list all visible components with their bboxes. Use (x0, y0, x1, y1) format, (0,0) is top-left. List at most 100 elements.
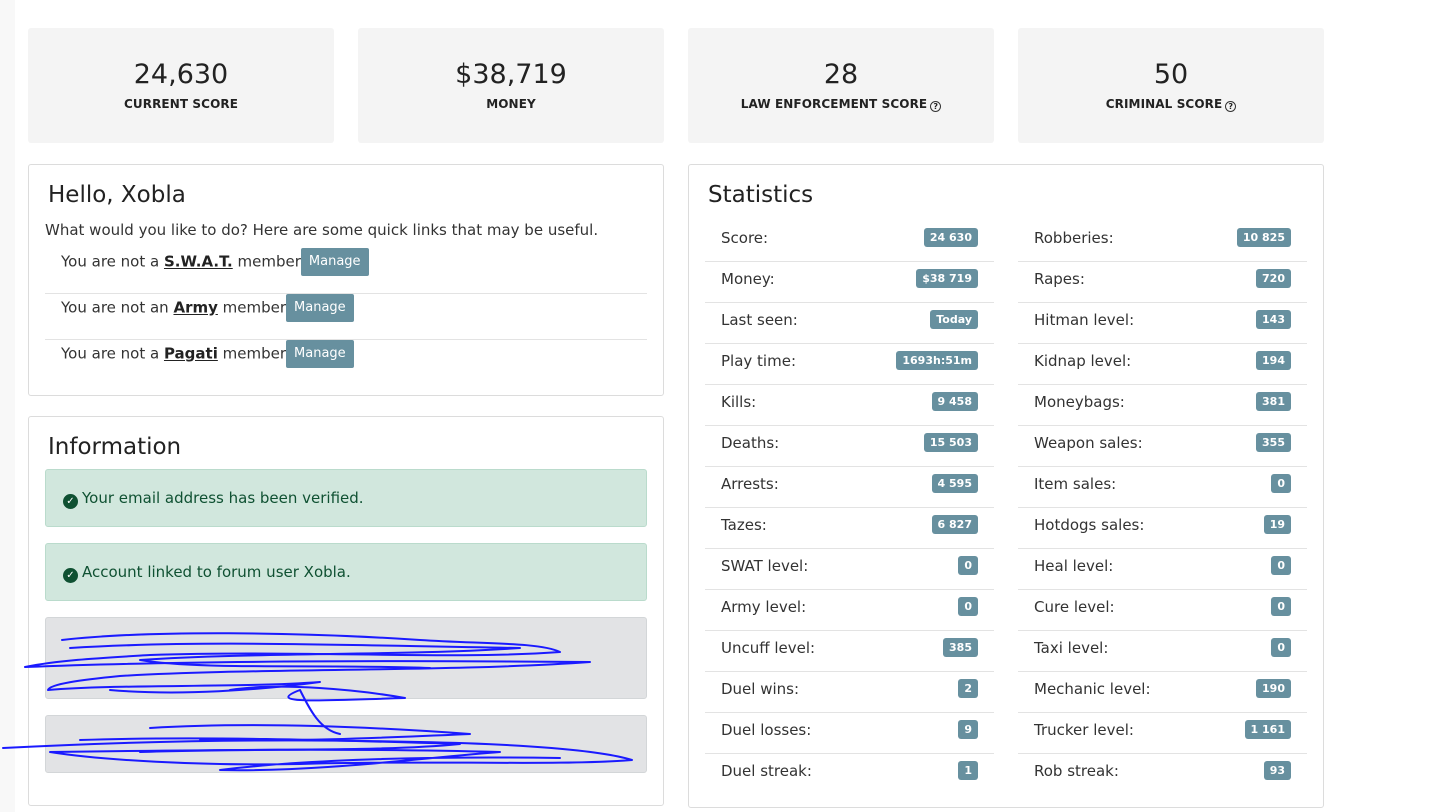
stat-row: Heal level: 0 (1018, 549, 1307, 590)
stat-row: Kidnap level: 194 (1018, 344, 1307, 385)
current-score-card: 24,630 CURRENT SCORE (28, 28, 334, 143)
stat-label: Weapon sales: (1034, 434, 1143, 452)
law-enforcement-score-value: 28 (823, 59, 859, 90)
information-title: Information (48, 434, 182, 460)
forum-linked-alert: ✓ Account linked to forum user Xobla. (45, 543, 647, 601)
stat-value-badge: 9 (958, 720, 978, 739)
stat-label: Duel losses: (721, 721, 812, 739)
stat-row: Arrests: 4 595 (705, 467, 994, 508)
stat-row: Deaths: 15 503 (705, 426, 994, 467)
stat-row: Robberies: 10 825 (1018, 221, 1307, 262)
stat-label: Hotdogs sales: (1034, 516, 1145, 534)
stat-value-badge: 19 (1263, 515, 1291, 534)
stat-value-badge: 6 827 (931, 515, 978, 534)
stat-label: Last seen: (721, 311, 798, 329)
stat-value-badge: 190 (1256, 679, 1291, 698)
money-card: $38,719 MONEY (358, 28, 664, 143)
hello-title: Hello, Xobla (48, 182, 186, 208)
stat-label: Robberies: (1034, 229, 1114, 247)
stat-value-badge: 0 (1271, 474, 1291, 493)
stat-value-badge: 1 161 (1244, 720, 1291, 739)
stat-label: Hitman level: (1034, 311, 1135, 329)
stat-value-badge: $38 719 (916, 269, 978, 288)
stat-value-badge: 385 (943, 638, 978, 657)
statistics-left-column: Score: 24 630 Money: $38 719 Last seen: Today… (705, 221, 994, 795)
stat-row: Taxi level: 0 (1018, 631, 1307, 672)
stat-row: Item sales: 0 (1018, 467, 1307, 508)
stat-label: Trucker level: (1034, 721, 1134, 739)
stat-label: Rapes: (1034, 270, 1085, 288)
criminal-score-label-wrap: CRIMINAL SCORE? (1018, 97, 1324, 112)
stat-row: Duel losses: 9 (705, 713, 994, 754)
money-value: $38,719 (455, 59, 567, 90)
stat-row: Rapes: 720 (1018, 262, 1307, 303)
stat-label: Uncuff level: (721, 639, 816, 657)
stat-label: Mechanic level: (1034, 680, 1151, 698)
stat-value-badge: 381 (1256, 392, 1291, 411)
check-circle-icon: ✓ (63, 494, 78, 509)
forum-linked-text: Account linked to forum user Xobla. (82, 563, 351, 581)
current-score-label: CURRENT SCORE (123, 97, 239, 111)
statistics-panel: Statistics Score: 24 630 Money: $38 719 Last… (688, 164, 1324, 808)
stat-label: Heal level: (1034, 557, 1114, 575)
statistics-right-column: Robberies: 10 825 Rapes: 720 Hitman level: 14… (1018, 221, 1307, 795)
stat-label: Moneybags: (1034, 393, 1125, 411)
stat-value-badge: 10 825 (1236, 228, 1291, 247)
stat-label: Cure level: (1034, 598, 1115, 616)
law-enforcement-score-label: LAW ENFORCEMENT SCORE (740, 97, 928, 111)
manage-army-button[interactable]: Manage (286, 294, 354, 322)
stat-value-badge: 0 (958, 556, 978, 575)
law-enforcement-score-label-wrap: LAW ENFORCEMENT SCORE? (688, 97, 994, 112)
stat-label: Army level: (721, 598, 807, 616)
stat-row: Money: $38 719 (705, 262, 994, 303)
information-panel: Information ✓ Your email address has been… (28, 416, 664, 806)
membership-prefix: You are not a (61, 252, 160, 271)
stat-row: Weapon sales: 355 (1018, 426, 1307, 467)
stat-value-badge: 0 (1271, 556, 1291, 575)
army-link[interactable]: Army (173, 299, 217, 317)
membership-suffix: member (237, 252, 301, 271)
stat-value-badge: 93 (1263, 761, 1291, 780)
stat-value-badge: 1693h:51m (896, 351, 978, 370)
membership-suffix: member (222, 344, 287, 363)
stat-value-badge: 720 (1256, 269, 1291, 288)
stat-row: Kills: 9 458 (705, 385, 994, 426)
stat-row: Duel wins: 2 (705, 672, 994, 713)
stat-label: Kills: (721, 393, 757, 411)
page: 24,630 CURRENT SCORE $38,719 MONEY 28 LA… (15, 0, 1437, 812)
stat-value-badge: Today (930, 310, 978, 329)
membership-row-army: You are not an Army member Manage (45, 294, 647, 340)
stat-row: SWAT level: 0 (705, 549, 994, 590)
pagati-link[interactable]: Pagati (164, 345, 218, 363)
check-circle-icon: ✓ (63, 568, 78, 583)
stat-row: Uncuff level: 385 (705, 631, 994, 672)
manage-pagati-button[interactable]: Manage (286, 340, 354, 368)
manage-swat-button[interactable]: Manage (300, 248, 369, 276)
stat-value-badge: 2 (958, 679, 978, 698)
stat-row: Play time: 1693h:51m (705, 344, 994, 385)
criminal-score-value: 50 (1153, 59, 1189, 90)
stat-row: Last seen: Today (705, 303, 994, 344)
stat-value-badge: 15 503 (923, 433, 978, 452)
stat-label: Arrests: (721, 475, 779, 493)
question-circle-icon[interactable]: ? (930, 101, 942, 112)
stat-value-badge: 1 (958, 761, 978, 780)
stat-label: SWAT level: (721, 557, 809, 575)
criminal-score-card: 50 CRIMINAL SCORE? (1018, 28, 1324, 143)
stat-row: Tazes: 6 827 (705, 508, 994, 549)
stat-value-badge: 355 (1256, 433, 1291, 452)
stat-label: Tazes: (721, 516, 767, 534)
stat-row: Trucker level: 1 161 (1018, 713, 1307, 754)
membership-row-pagati: You are not a Pagati member Manage (45, 340, 647, 386)
money-label: MONEY (486, 97, 536, 111)
stat-value-badge: 0 (1271, 597, 1291, 616)
stat-row: Hitman level: 143 (1018, 303, 1307, 344)
stat-row: Score: 24 630 (705, 221, 994, 262)
criminal-score-label: CRIMINAL SCORE (1105, 97, 1223, 111)
swat-link[interactable]: S.W.A.T. (164, 253, 233, 271)
stat-row: Rob streak: 93 (1018, 754, 1307, 795)
stat-value-badge: 0 (1271, 638, 1291, 657)
stat-value-badge: 143 (1256, 310, 1291, 329)
stat-value-badge: 194 (1256, 351, 1291, 370)
question-circle-icon[interactable]: ? (1225, 101, 1237, 112)
